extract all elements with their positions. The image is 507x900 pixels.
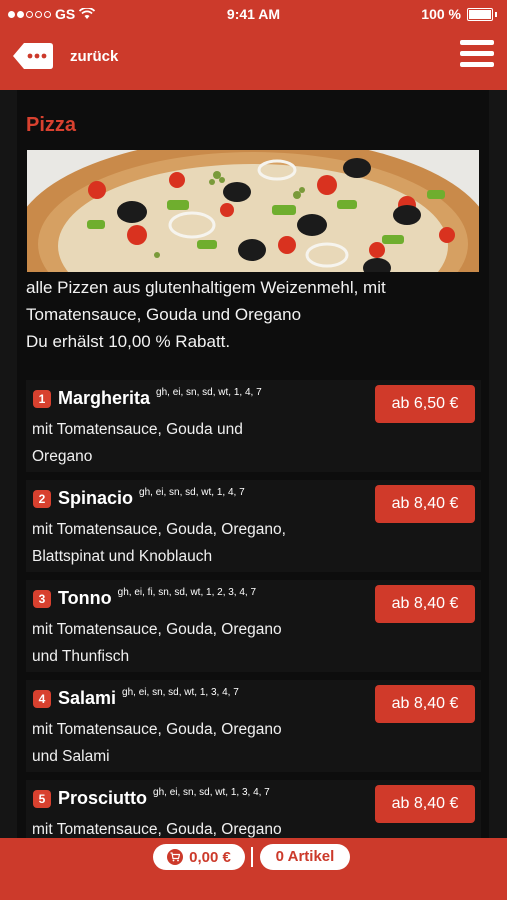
hamburger-icon[interactable] [460, 40, 494, 72]
category-title: Pizza [26, 114, 77, 136]
item-allergens: gh, ei, sn, sd, wt, 1, 4, 7 [156, 387, 262, 398]
item-name: Salami [58, 688, 117, 708]
item-description: mit Tomatensauce, Gouda, Oregano, Blattsp… [32, 521, 286, 565]
menu-item[interactable]: 5 Prosciutto gh, ei, sn, sd, wt, 1, 3, 4… [26, 780, 481, 838]
cart-total: 0,00 € [189, 848, 231, 866]
item-allergens: gh, ei, fi, sn, sd, wt, 1, 2, 3, 4, 7 [117, 587, 257, 598]
category-description: alle Pizzen aus glutenhaltigem Weizenmeh… [26, 274, 486, 355]
menu-item[interactable]: 3 Tonno gh, ei, fi, sn, sd, wt, 1, 2, 3,… [26, 580, 481, 672]
item-allergens: gh, ei, sn, sd, wt, 1, 3, 4, 7 [122, 687, 239, 698]
item-name: Spinacio [58, 488, 134, 508]
cart-icon [167, 849, 184, 865]
battery-percent: 100 % [421, 6, 461, 22]
back-dots-icon[interactable] [12, 41, 54, 71]
menu-item-list: 1 Margherita gh, ei, sn, sd, wt, 1, 4, 7… [26, 380, 481, 838]
discount-note: Du erhälst 10,00 % Rabatt. [26, 332, 231, 351]
cart-footer: 0,00 € 0 Artikel [0, 838, 507, 900]
item-number-badge: 2 [33, 489, 51, 508]
item-number-badge: 1 [33, 389, 51, 408]
app-header: zurück [0, 28, 507, 90]
footer-divider [251, 847, 253, 867]
price-button[interactable]: ab 8,40 € [375, 685, 475, 723]
cart-total-button[interactable]: 0,00 € [153, 844, 245, 870]
item-number-badge: 4 [33, 689, 51, 708]
item-number-badge: 3 [33, 589, 51, 608]
status-bar: GS 9:41 AM 100 % [0, 0, 507, 28]
menu-item[interactable]: 1 Margherita gh, ei, sn, sd, wt, 1, 4, 7… [26, 380, 481, 472]
item-allergens: gh, ei, sn, sd, wt, 1, 4, 7 [139, 487, 245, 498]
item-number-badge: 5 [33, 789, 51, 808]
item-count-button[interactable]: 0 Artikel [260, 844, 350, 870]
menu-item[interactable]: 4 Salami gh, ei, sn, sd, wt, 1, 3, 4, 7 … [26, 680, 481, 772]
pizza-image [27, 150, 479, 272]
item-allergens: gh, ei, sn, sd, wt, 1, 3, 4, 7 [153, 787, 270, 798]
price-button[interactable]: ab 8,40 € [375, 485, 475, 523]
item-description: mit Tomatensauce, Gouda, Oregano und Thun… [32, 621, 282, 665]
item-name: Tonno [58, 588, 112, 608]
menu-content[interactable]: Pizza alle Pizzen aus glutenhaltigem Wei… [0, 90, 507, 838]
description-line: alle Pizzen aus glutenhaltigem Weizenmeh… [26, 278, 386, 297]
item-description: mit Tomatensauce, Gouda, Oregano und Sala… [32, 721, 282, 765]
item-description: mit Tomatensauce, Gouda und Oregano [32, 421, 243, 465]
price-button[interactable]: ab 6,50 € [375, 385, 475, 423]
menu-item[interactable]: 2 Spinacio gh, ei, sn, sd, wt, 1, 4, 7 m… [26, 480, 481, 572]
item-name: Prosciutto [58, 788, 148, 808]
price-button[interactable]: ab 8,40 € [375, 585, 475, 623]
item-name: Margherita [58, 388, 151, 408]
back-button[interactable]: zurück [70, 48, 118, 65]
battery-icon [467, 7, 493, 21]
description-line: Tomatensauce, Gouda und Oregano [26, 305, 302, 324]
item-description: mit Tomatensauce, Gouda, Oregano [32, 821, 282, 838]
price-button[interactable]: ab 8,40 € [375, 785, 475, 823]
